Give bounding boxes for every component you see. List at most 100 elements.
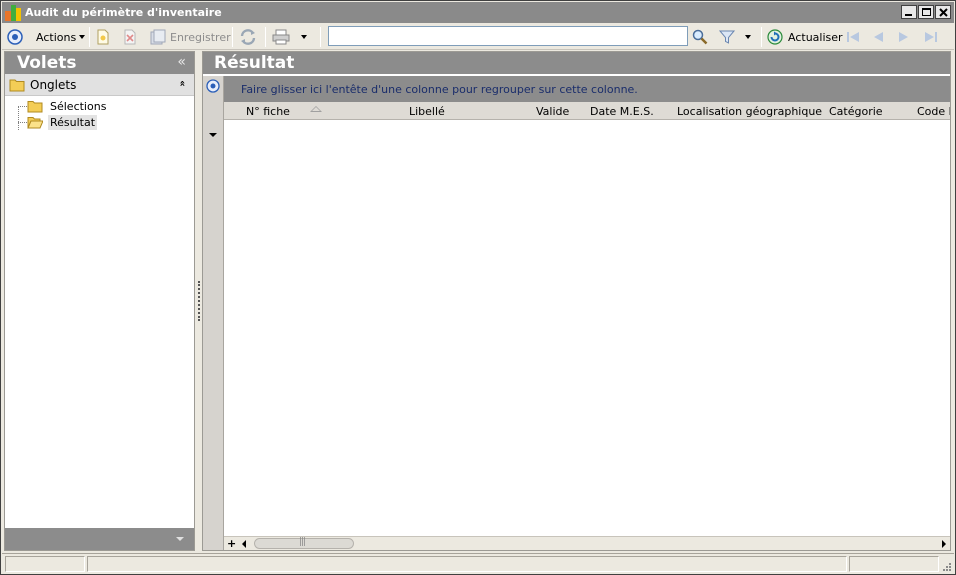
status-cell <box>5 556 85 572</box>
result-panel: Résultat Faire glisser ici l'entête d'un… <box>202 51 951 551</box>
group-panel-toggle-icon[interactable] <box>206 79 220 93</box>
scroll-right-icon[interactable] <box>942 540 946 548</box>
save-button[interactable]: Enregistrer <box>150 27 231 47</box>
previous-record-icon <box>874 32 883 42</box>
first-record-button[interactable] <box>845 27 861 47</box>
left-panel-title: Volets <box>17 53 77 73</box>
save-label: Enregistrer <box>170 30 231 44</box>
grid-column-headers: N° fiche Libellé Valide Date M.E.S. Loca… <box>224 102 950 120</box>
sort-ascending-icon <box>310 106 322 112</box>
splitter-grip-icon <box>198 281 200 321</box>
app-logo-icon <box>5 4 21 21</box>
refresh-icon <box>767 29 783 45</box>
column-header-categorie[interactable]: Catégorie <box>829 105 883 118</box>
app-window: Audit du périmètre d'inventaire Actions <box>0 0 956 575</box>
tree-item-label: Sélections <box>50 99 107 113</box>
filter-button[interactable] <box>719 27 735 47</box>
tree-connector <box>18 122 27 123</box>
left-panel-footer[interactable] <box>5 528 194 550</box>
column-header-localisation[interactable]: Localisation géographique <box>677 105 822 118</box>
grid-row-gutter <box>203 76 224 550</box>
chevron-down-icon <box>745 35 751 39</box>
first-record-icon <box>847 32 859 42</box>
left-panel: Volets « Onglets « Sélections Résultat <box>4 51 195 551</box>
resize-grip-icon[interactable] <box>940 560 952 572</box>
toolbar-separator <box>320 27 321 47</box>
scrollbar-thumb[interactable] <box>254 537 354 549</box>
scroll-left-icon[interactable] <box>242 540 246 548</box>
tree-item-label: Résultat <box>48 114 98 130</box>
add-icon[interactable]: + <box>227 537 236 550</box>
search-button[interactable] <box>692 27 708 47</box>
refresh-button[interactable]: Actualiser <box>767 27 843 47</box>
result-panel-header: Résultat <box>203 52 950 74</box>
tabs-tree: Sélections Résultat <box>5 96 194 526</box>
delete-icon <box>124 29 136 45</box>
tabs-group-header[interactable]: Onglets « <box>5 74 194 96</box>
column-header-fiche[interactable]: N° fiche <box>246 105 290 118</box>
tree-connector <box>18 106 19 130</box>
filter-options-button[interactable] <box>742 27 751 47</box>
close-icon <box>939 8 948 17</box>
toolbar-separator <box>761 27 762 47</box>
column-header-libelle[interactable]: Libellé <box>409 105 445 118</box>
previous-record-button[interactable] <box>871 27 885 47</box>
horizontal-scrollbar[interactable]: + <box>224 536 950 550</box>
next-record-button[interactable] <box>897 27 911 47</box>
column-header-code[interactable]: Code b <box>917 105 950 118</box>
column-header-date-mes[interactable]: Date M.E.S. <box>590 105 654 118</box>
actions-menu-button[interactable]: Actions <box>36 27 86 47</box>
folder-open-icon <box>27 116 43 128</box>
window-controls <box>901 5 951 19</box>
folder-icon <box>9 79 25 91</box>
column-header-valide[interactable]: Valide <box>536 105 569 118</box>
navigation-circle-icon <box>7 29 23 45</box>
left-panel-header: Volets « <box>5 52 194 74</box>
actions-label: Actions <box>36 30 77 44</box>
last-record-button[interactable] <box>923 27 939 47</box>
sync-button[interactable] <box>239 27 257 47</box>
filter-icon <box>719 30 735 44</box>
sync-icon <box>240 29 256 45</box>
refresh-label: Actualiser <box>788 30 843 44</box>
chevron-up-icon[interactable]: « <box>176 80 187 86</box>
status-cell <box>849 556 939 572</box>
navigation-button[interactable] <box>7 27 23 47</box>
print-button[interactable] <box>272 27 290 47</box>
tree-item-selections[interactable]: Sélections <box>27 98 108 114</box>
delete-button[interactable] <box>123 27 137 47</box>
tree-item-resultat[interactable]: Résultat <box>27 114 98 130</box>
last-record-icon <box>925 32 937 42</box>
minimize-button[interactable] <box>901 5 917 19</box>
status-cell <box>87 556 847 572</box>
folder-icon <box>27 100 43 112</box>
new-button[interactable] <box>96 27 110 47</box>
toolbar-separator <box>89 27 90 47</box>
search-input[interactable] <box>329 27 687 45</box>
minimize-icon <box>905 14 912 16</box>
save-icon <box>150 29 166 45</box>
status-bar <box>2 553 954 573</box>
chevron-down-icon <box>301 35 307 39</box>
toolbar-separator <box>232 27 233 47</box>
printer-icon <box>272 29 290 45</box>
next-record-icon <box>899 32 908 42</box>
search-field[interactable] <box>328 26 688 46</box>
tabs-group-label: Onglets <box>30 77 77 92</box>
result-panel-title: Résultat <box>214 53 295 73</box>
chevron-down-icon <box>79 35 86 39</box>
group-by-panel[interactable]: Faire glisser ici l'entête d'une colonne… <box>224 76 950 102</box>
toolbar-separator <box>265 27 266 47</box>
new-document-icon <box>97 29 109 45</box>
collapse-panel-button[interactable]: « <box>177 54 186 70</box>
column-chooser-icon[interactable] <box>209 133 217 137</box>
maximize-icon <box>922 8 931 16</box>
main-toolbar: Actions Enregistrer Actualiser <box>2 24 954 50</box>
tree-connector <box>18 106 27 107</box>
close-button[interactable] <box>935 5 951 19</box>
maximize-button[interactable] <box>918 5 934 19</box>
print-options-button[interactable] <box>298 27 307 47</box>
window-title: Audit du périmètre d'inventaire <box>25 6 222 19</box>
title-bar[interactable]: Audit du périmètre d'inventaire <box>2 2 954 23</box>
chevron-down-icon <box>176 537 184 541</box>
